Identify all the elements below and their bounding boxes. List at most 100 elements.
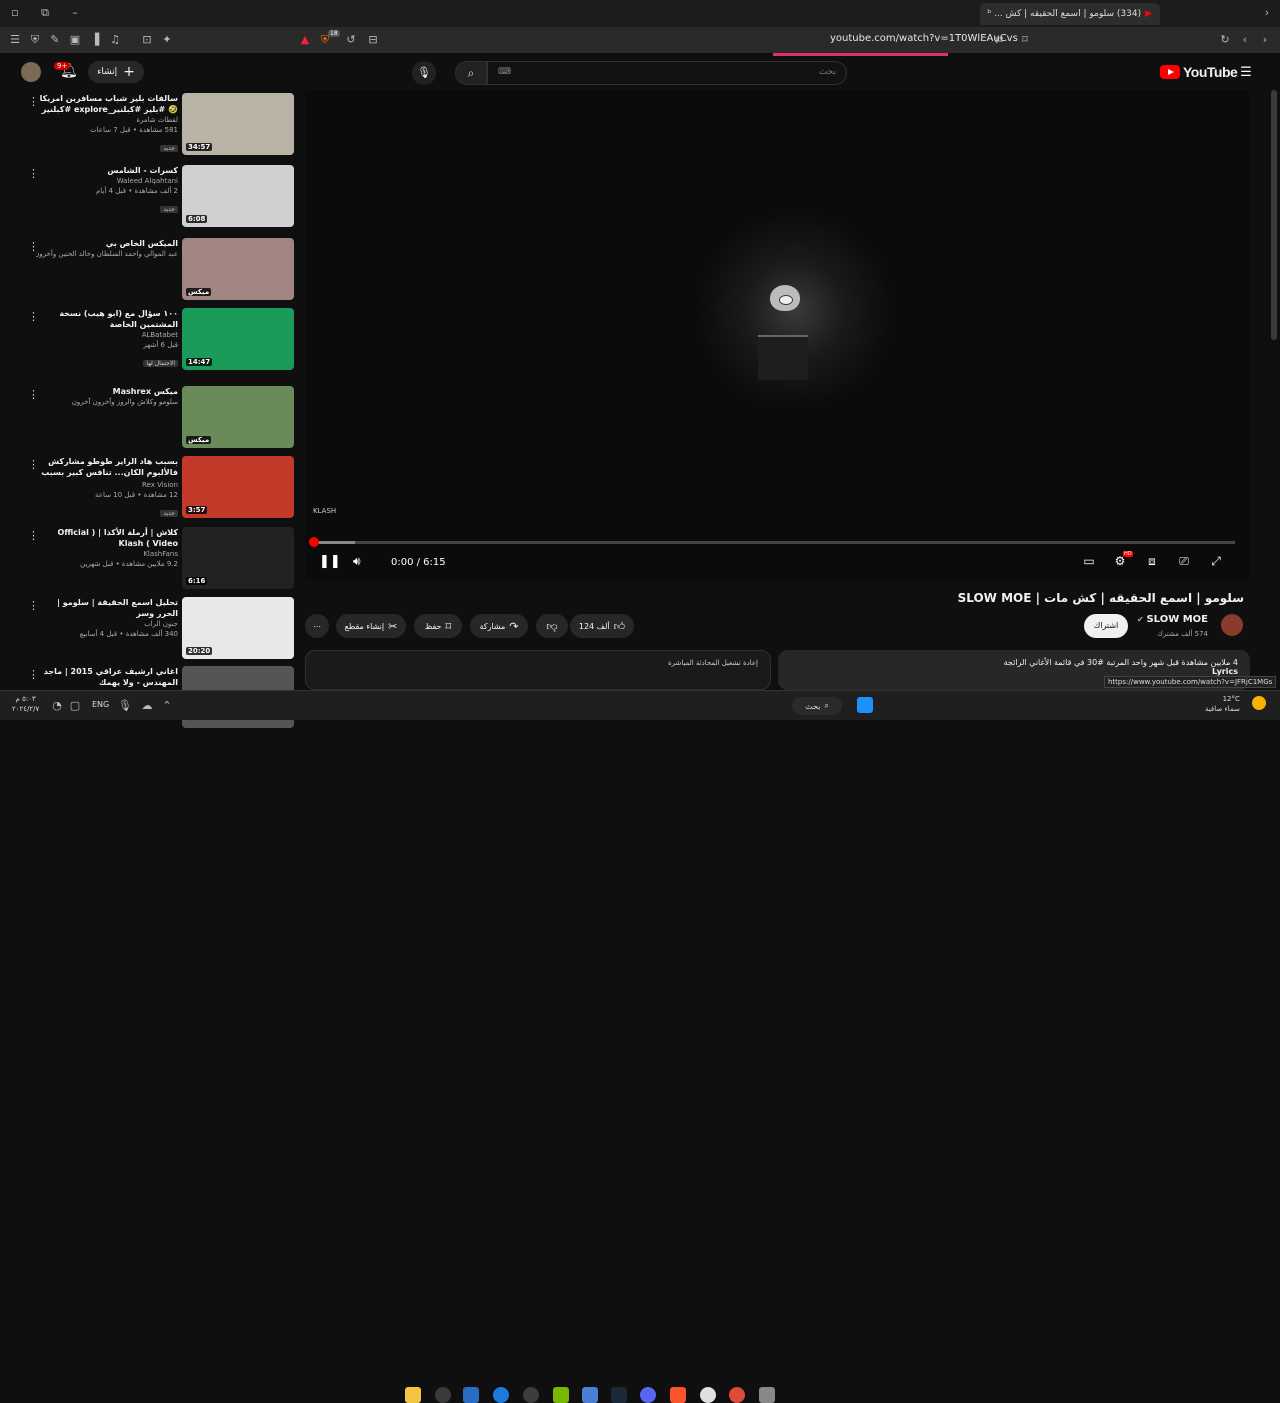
weather-icon[interactable] xyxy=(1252,696,1266,710)
settings-icon[interactable] xyxy=(700,1387,716,1403)
sidebar-icon[interactable]: ▣ xyxy=(68,33,82,47)
app-icon-4[interactable] xyxy=(523,1387,539,1403)
start-icon[interactable] xyxy=(857,697,873,713)
steam-icon[interactable] xyxy=(611,1387,627,1403)
recommendation-channel[interactable]: سلومو وكلاش والروز وآخرون آخرون xyxy=(36,397,178,407)
recommendation-thumbnail[interactable]: 20:20 xyxy=(182,597,294,659)
recommendation-title[interactable]: كسرات - الشامس xyxy=(36,165,178,176)
recommendation-item[interactable]: ⋮ ميكس ميكس Mashrex سلومو وكلاش والروز و… xyxy=(28,386,298,452)
reload-icon[interactable]: ↻ xyxy=(1218,33,1232,47)
cast-icon[interactable]: ⎚ xyxy=(1175,554,1193,570)
app-icon-5[interactable] xyxy=(582,1387,598,1403)
pause-icon[interactable]: ❚❚ xyxy=(319,554,341,570)
file-explorer-icon[interactable] xyxy=(405,1387,421,1403)
keyboard-icon[interactable]: ⌨ xyxy=(498,67,511,77)
recommendation-item[interactable]: ⋮ 20:20 تحليل اسمع الحقيقة | سلومو | الح… xyxy=(28,597,298,663)
chevron-up-icon[interactable]: ⌃ xyxy=(160,699,174,713)
forward-icon[interactable]: ‹ xyxy=(1238,33,1252,47)
translate-icon[interactable]: ⇄ xyxy=(992,33,1006,47)
reader-icon[interactable]: ▐ xyxy=(88,33,102,47)
share-button[interactable]: مشاركة ↷ xyxy=(470,614,528,638)
hamburger-icon[interactable]: ☰ xyxy=(1239,66,1253,80)
recommendation-title[interactable]: تحليل اسمع الحقيقة | سلومو | الحرر وسر xyxy=(36,597,178,619)
network-tray-icon[interactable]: ☁ xyxy=(140,699,154,713)
recommendation-channel[interactable]: جنون الراب xyxy=(36,619,178,629)
menu-icon[interactable]: ☰ xyxy=(8,33,22,47)
mic-tray-icon[interactable]: 🎙︎ xyxy=(118,699,132,713)
clip-button[interactable]: إنشاء مقطع ✂ xyxy=(336,614,406,638)
search-input[interactable]: ⌨ بحث xyxy=(487,61,847,85)
miniplayer-icon[interactable]: ⧈ xyxy=(1143,554,1161,570)
recommendation-channel[interactable]: عبد الموالي واحمد السلطان وخالد الحنين و… xyxy=(36,249,178,259)
shield-icon[interactable]: ⛨ xyxy=(28,33,42,47)
channel-avatar[interactable] xyxy=(1221,614,1243,636)
recommendation-thumbnail[interactable]: 14:47 xyxy=(182,308,294,370)
recommendation-thumbnail[interactable]: 3:57 xyxy=(182,456,294,518)
recommendation-channel[interactable]: KlashFans xyxy=(36,549,178,559)
taskbar-search[interactable]: بحث ⌕ xyxy=(792,697,842,715)
url-text[interactable]: youtube.com/watch?v=1T0WlEAuCvs xyxy=(830,33,1018,44)
language-indicator[interactable]: ENG xyxy=(92,700,109,709)
cast-icon[interactable]: ⊟ xyxy=(366,33,380,47)
live-chat-replay[interactable]: إعادة تشغيل المحادثة المباشرة xyxy=(305,650,771,690)
recommendation-thumbnail[interactable]: 34:57 xyxy=(182,93,294,155)
nvidia-icon[interactable] xyxy=(553,1387,569,1403)
search-button[interactable]: ⌕ xyxy=(455,61,487,85)
recommendation-title[interactable]: كلاش | أرملة الأكذا | ( Official Video )… xyxy=(36,527,178,549)
chrome-icon[interactable] xyxy=(729,1387,745,1403)
recommendation-item[interactable]: ⋮ 6:08 كسرات - الشامس Waleed Alqahtani 2… xyxy=(28,165,298,231)
window-menu-icon[interactable]: ▫ xyxy=(8,6,22,20)
create-button[interactable]: إنشاء + xyxy=(88,61,144,83)
avatar[interactable] xyxy=(21,62,41,82)
recommendation-title[interactable]: بسبب هاد الراير طوطو مشاركش فالألبوم الك… xyxy=(36,456,178,480)
subtitles-icon[interactable]: ▭ xyxy=(1080,554,1098,570)
recommendation-title[interactable]: سالفات بليز شباب مسافرين امريكا 🤣 #بليز … xyxy=(36,93,178,115)
progress-bar[interactable] xyxy=(313,541,1235,544)
minimize-icon[interactable]: – xyxy=(68,6,82,20)
app-icon-2[interactable] xyxy=(463,1387,479,1403)
bookmark-icon[interactable]: ⌑ xyxy=(1018,33,1032,47)
recommendation-title[interactable]: ١٠٠ سؤال مع (ابو هيب) نسخة المشتمين الخا… xyxy=(36,308,178,330)
scrollbar[interactable] xyxy=(1271,90,1277,340)
save-button[interactable]: حفظ ⌑ xyxy=(414,614,462,638)
music-icon[interactable]: ♫ xyxy=(108,33,122,47)
app-icon-3[interactable] xyxy=(493,1387,509,1403)
recommendation-thumbnail[interactable]: ميكس xyxy=(182,386,294,448)
tab-youtube[interactable]: ▶ (334) سلومو | اسمع الحقيقه | كش ... ᵇ xyxy=(980,3,1160,25)
fullscreen-icon[interactable]: ⤢ xyxy=(1207,554,1225,570)
recommendation-title[interactable]: الميكس الخاص بي xyxy=(36,238,178,249)
recommendation-item[interactable]: ⋮ 34:57 سالفات بليز شباب مسافرين امريكا … xyxy=(28,93,298,159)
app-icon-6[interactable] xyxy=(759,1387,775,1403)
app-icon-1[interactable] xyxy=(435,1387,451,1403)
subscribe-button[interactable]: اشتراك xyxy=(1084,614,1128,638)
recommendation-item[interactable]: ⋮ 14:47 ١٠٠ سؤال مع (ابو هيب) نسخة المشت… xyxy=(28,308,298,374)
screenshot-icon[interactable]: ⊡ xyxy=(140,33,154,47)
mic-icon[interactable]: 🎙︎ xyxy=(412,61,436,85)
brave-icon[interactable] xyxy=(670,1387,686,1403)
recommendation-title[interactable]: اغاني ارشيف عراقي 2015 | ماجد المهندس - … xyxy=(36,666,178,688)
progress-scrubber[interactable] xyxy=(309,537,319,547)
extensions-icon[interactable]: ✦ xyxy=(160,33,174,47)
more-actions-button[interactable]: ⋯ xyxy=(305,614,329,638)
back-icon[interactable]: › xyxy=(1258,33,1272,47)
recommendation-item[interactable]: ⋮ 3:57 بسبب هاد الراير طوطو مشاركش فالأل… xyxy=(28,456,298,522)
recommendation-channel[interactable]: Rex Vision xyxy=(36,480,178,490)
recommendation-channel[interactable]: ALBatabet xyxy=(36,330,178,340)
recommendation-item[interactable]: ⋮ ميكس الميكس الخاص بي عبد الموالي واحمد… xyxy=(28,238,298,304)
recommendation-channel[interactable]: لقطات شامرة xyxy=(36,115,178,125)
youtube-logo[interactable]: YouTube xyxy=(1160,64,1238,80)
recommendation-thumbnail[interactable]: ميكس xyxy=(182,238,294,300)
recommendation-title[interactable]: ميكس Mashrex xyxy=(36,386,178,397)
browser-icon[interactable]: ⧉ xyxy=(38,6,52,20)
notifications-tray-icon[interactable]: ◔ xyxy=(50,699,64,713)
recommendation-item[interactable]: ⋮ 6:16 كلاش | أرملة الأكذا | ( Official … xyxy=(28,527,298,593)
pen-icon[interactable]: ✎ xyxy=(48,33,62,47)
recommendation-thumbnail[interactable]: 6:08 xyxy=(182,165,294,227)
channel-name[interactable]: ✔ SLOW MOE xyxy=(1137,614,1208,625)
like-button[interactable]: 124 ألف 👍︎ xyxy=(570,614,634,638)
recommendation-thumbnail[interactable]: 6:16 xyxy=(182,527,294,589)
dislike-button[interactable]: 👎︎ xyxy=(536,614,568,638)
video-player[interactable]: KLASH ❚❚ 🔊︎ 0:00 / 6:15 ▭ ⚙ HD ⧈ ⎚ ⤢ xyxy=(305,90,1249,580)
rewards-icon[interactable]: ▲ xyxy=(298,33,312,47)
discord-icon[interactable] xyxy=(640,1387,656,1403)
